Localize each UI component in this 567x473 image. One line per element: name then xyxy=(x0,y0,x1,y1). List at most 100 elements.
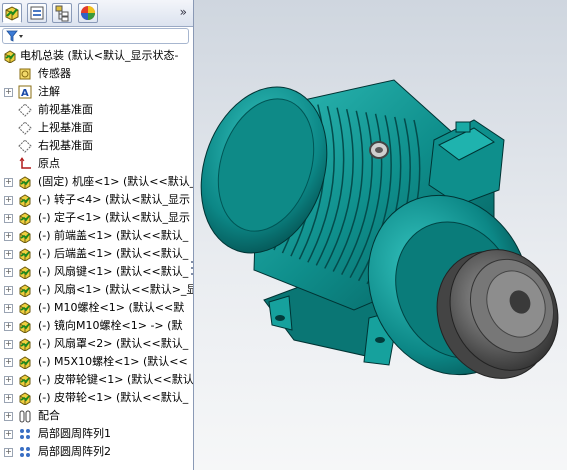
tree-item[interactable]: + (-) 皮带轮<1> (默认<<默认_ xyxy=(0,389,193,407)
expand-toggle-icon[interactable]: + xyxy=(4,304,13,313)
tree-item[interactable]: 传感器 xyxy=(0,65,193,83)
expand-toggle-icon[interactable]: + xyxy=(4,232,13,241)
tree-item[interactable]: + (-) 皮带轮键<1> (默认<<默认 xyxy=(0,371,193,389)
tree-item[interactable]: + A 注解 xyxy=(0,83,193,101)
part-icon xyxy=(19,302,31,315)
configuration-manager-icon xyxy=(55,5,69,22)
tree-item[interactable]: + (-) 后端盖<1> (默认<<默认_ xyxy=(0,245,193,263)
part-icon xyxy=(19,338,31,351)
lifting-eye xyxy=(369,141,389,159)
part-icon xyxy=(19,248,31,261)
tree-item[interactable]: 前视基准面 xyxy=(0,101,193,119)
tree-item-label: 注解 xyxy=(38,85,60,98)
tree-item-label: (-) 风扇<1> (默认<<默认>_显 xyxy=(38,283,194,296)
tree-item[interactable]: + (固定) 机座<1> (默认<<默认_ xyxy=(0,173,193,191)
expand-toggle-icon[interactable]: + xyxy=(4,322,13,331)
tree-item[interactable]: + (-) 转子<4> (默认<默认_显示 xyxy=(0,191,193,209)
tree-item[interactable]: 上视基准面 xyxy=(0,119,193,137)
expand-toggle-icon[interactable]: + xyxy=(4,250,13,259)
part-icon xyxy=(19,266,31,279)
expand-toggle-icon[interactable]: + xyxy=(4,376,13,385)
tree-item-label: (固定) 机座<1> (默认<<默认_ xyxy=(38,175,194,188)
expand-toggle-icon[interactable]: + xyxy=(4,412,13,421)
tree-item-label: (-) 皮带轮<1> (默认<<默认_ xyxy=(38,391,189,404)
tree-item-label: (-) 风扇键<1> (默认<<默认_ xyxy=(38,265,189,278)
tree-item-label: 局部圆周阵列2 xyxy=(38,445,111,458)
panel-tabs: » xyxy=(0,0,193,27)
tree-item[interactable]: + (-) M5X10螺栓<1> (默认<< xyxy=(0,353,193,371)
sensor-icon xyxy=(19,68,31,80)
tab-property-manager[interactable] xyxy=(27,3,47,23)
tree-item[interactable]: 右视基准面 xyxy=(0,137,193,155)
tree-item-label: (-) 定子<1> (默认<默认_显示 xyxy=(38,211,190,224)
tree-item-label: (-) 风扇罩<2> (默认<<默认_ xyxy=(38,337,189,350)
expand-toggle-icon[interactable]: + xyxy=(4,88,13,97)
origin-icon xyxy=(19,157,31,169)
assembly-icon xyxy=(4,50,16,63)
svg-text:A: A xyxy=(21,88,29,99)
tree-filter[interactable] xyxy=(2,28,189,44)
tree-item-label: 配合 xyxy=(38,409,60,422)
expand-toggle-icon[interactable]: + xyxy=(4,178,13,187)
plane-icon xyxy=(18,121,32,135)
expand-toggle-icon[interactable]: + xyxy=(4,340,13,349)
expand-toggle-icon[interactable]: + xyxy=(4,196,13,205)
tree-item[interactable]: + 局部圆周阵列1 xyxy=(0,425,193,443)
tree-item-label: (-) M5X10螺栓<1> (默认<< xyxy=(38,355,188,368)
display-manager-icon xyxy=(81,6,95,20)
tree-item[interactable]: + 配合 xyxy=(0,407,193,425)
motor-assembly-model[interactable] xyxy=(194,0,567,470)
expand-toggle-icon[interactable]: + xyxy=(4,286,13,295)
expand-toggle-icon[interactable]: + xyxy=(4,430,13,439)
tree-root-item[interactable]: 电机总装 (默认<默认_显示状态- xyxy=(0,47,193,65)
expand-toggle-icon[interactable]: + xyxy=(4,214,13,223)
mates-icon xyxy=(19,410,31,423)
tree-item[interactable]: + 局部圆周阵列2 xyxy=(0,443,193,461)
graphics-viewport[interactable] xyxy=(194,0,567,470)
tree-item-label: 电机总装 (默认<默认_显示状态- xyxy=(20,49,179,62)
expand-toggle-icon[interactable]: + xyxy=(4,448,13,457)
pattern-icon xyxy=(20,429,30,439)
tab-display-manager[interactable] xyxy=(78,3,98,23)
tree-item[interactable]: + (-) M10螺栓<1> (默认<<默 xyxy=(0,299,193,317)
tree-item-label: (-) M10螺栓<1> (默认<<默 xyxy=(38,301,185,314)
tree-item-label: 传感器 xyxy=(38,67,71,80)
tree-item[interactable]: + (-) 前端盖<1> (默认<<默认_ xyxy=(0,227,193,245)
tree-item[interactable]: + (-) 风扇<1> (默认<<默认>_显 xyxy=(0,281,193,299)
tree-item[interactable]: + (-) 定子<1> (默认<默认_显示 xyxy=(0,209,193,227)
part-icon xyxy=(19,392,31,405)
part-icon xyxy=(19,176,31,189)
tree-item-label: (-) 镜向M10螺栓<1> -> (默 xyxy=(38,319,183,332)
tree-item[interactable]: 原点 xyxy=(0,155,193,173)
tree-item[interactable]: + (-) 风扇罩<2> (默认<<默认_ xyxy=(0,335,193,353)
tree-item-label: 局部圆周阵列1 xyxy=(38,427,111,440)
part-icon xyxy=(19,374,31,387)
part-icon xyxy=(19,284,31,297)
tree-item-label: (-) 前端盖<1> (默认<<默认_ xyxy=(38,229,189,242)
expand-toggle-icon[interactable]: + xyxy=(4,394,13,403)
tree-item-label: (-) 转子<4> (默认<默认_显示 xyxy=(38,193,190,206)
tree-item[interactable]: + (-) 风扇键<1> (默认<<默认_ xyxy=(0,263,193,281)
tree-item-label: (-) 皮带轮键<1> (默认<<默认 xyxy=(38,373,194,386)
feature-tree: 电机总装 (默认<默认_显示状态- 传感器 + A 注解前视基准面上视基准面右视基准面原… xyxy=(0,47,193,461)
feature-manager-icon xyxy=(5,6,19,21)
tree-item-label: 右视基准面 xyxy=(38,139,93,152)
expand-toggle-icon[interactable]: + xyxy=(4,268,13,277)
tab-feature-manager[interactable] xyxy=(2,3,22,23)
expand-toggle-icon[interactable]: + xyxy=(4,358,13,367)
part-icon xyxy=(19,356,31,369)
plane-icon xyxy=(18,103,32,117)
tree-item-label: 前视基准面 xyxy=(38,103,93,116)
part-icon xyxy=(19,194,31,207)
tree-item-label: 上视基准面 xyxy=(38,121,93,134)
property-manager-icon xyxy=(30,6,44,20)
part-icon xyxy=(19,212,31,225)
tab-configuration-manager[interactable] xyxy=(52,3,72,23)
feature-manager-panel: » 电机总装 (默认<默认_显示状态- 传感器 + A 注解前视基准面上视基准面右视基准… xyxy=(0,0,194,470)
filter-icon xyxy=(6,30,23,42)
tree-item-label: 原点 xyxy=(38,157,60,170)
more-tabs-chevron[interactable]: » xyxy=(180,5,187,19)
plane-icon xyxy=(18,139,32,153)
tree-item[interactable]: + (-) 镜向M10螺栓<1> -> (默 xyxy=(0,317,193,335)
part-icon xyxy=(19,230,31,243)
